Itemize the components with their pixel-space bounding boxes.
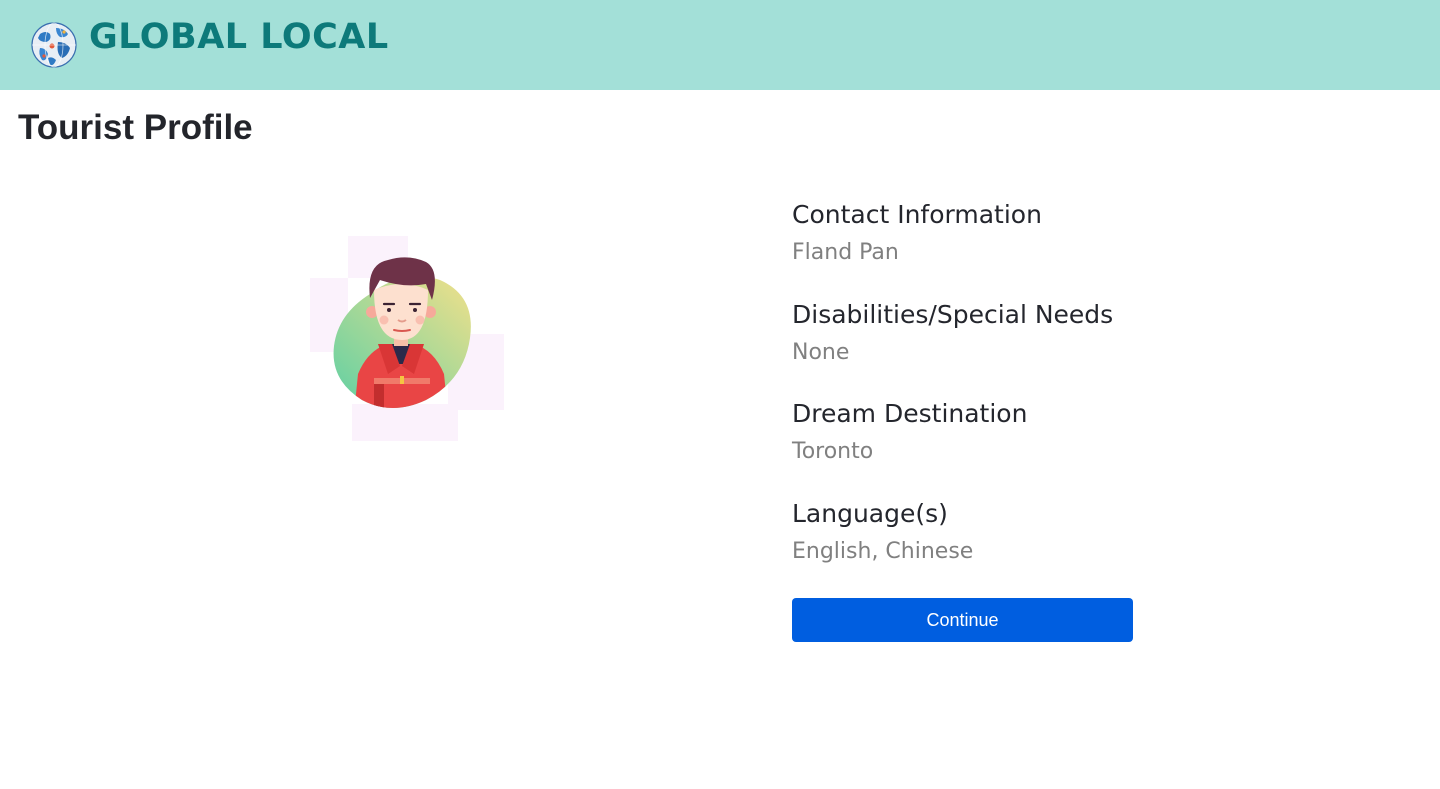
brand-name: GLOBAL LOCAL bbox=[89, 17, 389, 57]
field-label: Disabilities/Special Needs bbox=[792, 299, 1114, 329]
globe-icon bbox=[31, 22, 77, 68]
field-label: Contact Information bbox=[792, 200, 1042, 229]
continue-button[interactable]: Continue bbox=[792, 598, 1133, 642]
app-header: GLOBAL LOCAL bbox=[0, 0, 1440, 90]
field-value: Fland Pan bbox=[792, 240, 899, 265]
languages-field: Language(s) English, Chinese bbox=[792, 495, 1212, 595]
profile-details: Contact Information Fland Pan Disabiliti… bbox=[792, 196, 1212, 594]
field-value: Toronto bbox=[792, 439, 874, 464]
field-label: Dream Destination bbox=[792, 399, 1028, 428]
tourist-avatar bbox=[310, 236, 504, 441]
dream-destination-field: Dream Destination Toronto bbox=[792, 395, 1212, 495]
special-needs-field: Disabilities/Special Needs None bbox=[792, 296, 1212, 396]
field-value: None bbox=[792, 339, 850, 365]
contact-information-field: Contact Information Fland Pan bbox=[792, 196, 1212, 296]
field-label: Language(s) bbox=[792, 498, 948, 528]
page-title: Tourist Profile bbox=[18, 108, 253, 147]
field-value: English, Chinese bbox=[792, 538, 974, 564]
